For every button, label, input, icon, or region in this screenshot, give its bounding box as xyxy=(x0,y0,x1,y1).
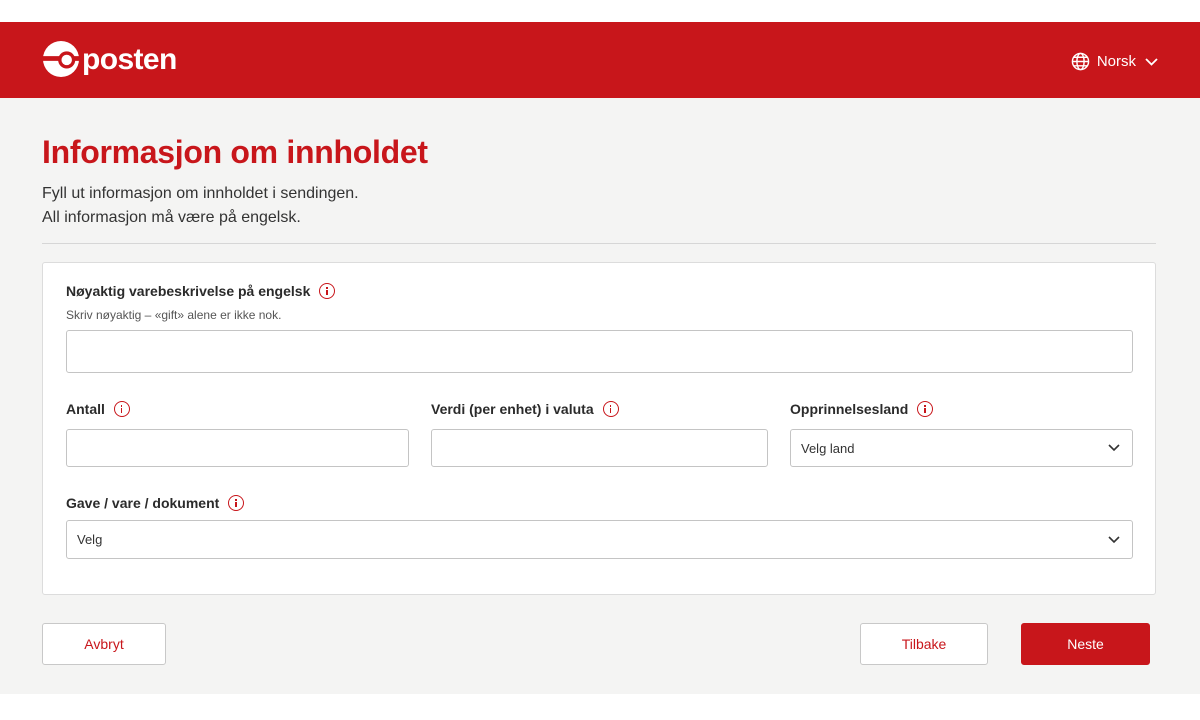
intro-line-2: All informasjon må være på engelsk. xyxy=(42,209,301,226)
section-divider xyxy=(42,243,1156,244)
value-per-unit-input[interactable] xyxy=(431,429,768,467)
quantity-input[interactable] xyxy=(66,429,409,467)
page-intro: Fyll ut informasjon om innholdet i sendi… xyxy=(42,182,359,230)
brand-name: posten xyxy=(82,43,177,76)
description-label-row: Nøyaktig varebeskrivelse på engelsk xyxy=(66,283,336,299)
info-icon[interactable] xyxy=(319,283,336,299)
page-title: Informasjon om innholdet xyxy=(42,134,428,170)
chevron-down-icon xyxy=(1145,57,1158,66)
value-label-row: Verdi (per enhet) i valuta xyxy=(431,401,619,417)
origin-country-select[interactable]: Velg land xyxy=(790,429,1133,467)
quantity-label: Antall xyxy=(66,401,105,417)
chevron-down-icon xyxy=(1108,535,1120,543)
posten-logo[interactable]: posten xyxy=(42,39,177,79)
origin-label-row: Opprinnelsesland xyxy=(790,401,934,417)
category-value: Velg xyxy=(77,532,103,547)
quantity-label-row: Antall xyxy=(66,401,130,417)
page-frame: posten Norsk Informasjon om innholdet Fy… xyxy=(0,22,1200,694)
category-select[interactable]: Velg xyxy=(66,520,1133,559)
language-selector[interactable]: Norsk xyxy=(1071,52,1158,71)
back-button[interactable]: Tilbake xyxy=(860,623,988,665)
globe-icon xyxy=(1071,52,1090,71)
intro-line-1: Fyll ut informasjon om innholdet i sendi… xyxy=(42,185,359,202)
info-icon[interactable] xyxy=(228,495,245,511)
next-button[interactable]: Neste xyxy=(1021,623,1150,665)
description-input[interactable] xyxy=(66,330,1133,373)
category-label-row: Gave / vare / dokument xyxy=(66,495,245,511)
description-helper: Skriv nøyaktig – «gift» alene er ikke no… xyxy=(66,308,282,322)
origin-country-label: Opprinnelsesland xyxy=(790,401,909,417)
info-icon[interactable] xyxy=(917,401,934,417)
info-icon[interactable] xyxy=(113,401,130,417)
language-label: Norsk xyxy=(1096,53,1136,70)
top-header: posten Norsk xyxy=(0,22,1200,98)
content-form-card: Nøyaktig varebeskrivelse på engelsk Skri… xyxy=(42,262,1156,595)
description-label: Nøyaktig varebeskrivelse på engelsk xyxy=(66,283,311,299)
cancel-button[interactable]: Avbryt xyxy=(42,623,166,665)
chevron-down-icon xyxy=(1108,444,1120,452)
info-icon[interactable] xyxy=(602,401,619,417)
value-per-unit-label: Verdi (per enhet) i valuta xyxy=(431,401,594,417)
origin-country-value: Velg land xyxy=(801,440,855,456)
posten-logo-mark xyxy=(42,40,80,78)
category-label: Gave / vare / dokument xyxy=(66,495,220,511)
